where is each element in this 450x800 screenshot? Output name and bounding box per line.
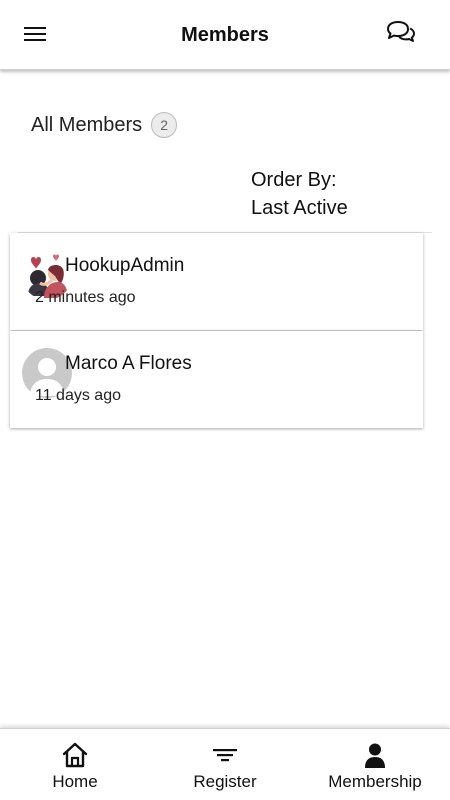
nav-membership-label: Membership bbox=[328, 772, 422, 791]
member-last-active: 11 days ago bbox=[35, 387, 121, 404]
all-members-label: All Members bbox=[31, 113, 143, 136]
member-name[interactable]: HookupAdmin bbox=[65, 255, 184, 277]
bottom-navigation: Home Register Membership bbox=[0, 728, 450, 800]
user-silhouette-icon bbox=[361, 741, 389, 769]
member-last-active: 2 minutes ago bbox=[35, 289, 136, 306]
member-card[interactable]: Marco A Flores 11 days ago bbox=[10, 331, 423, 428]
top-app-bar: Members bbox=[0, 0, 450, 70]
order-by-value: Last Active bbox=[251, 197, 348, 219]
filter-lines-icon bbox=[211, 741, 239, 769]
order-by-label: Order By: bbox=[251, 169, 337, 191]
home-icon bbox=[61, 741, 89, 769]
nav-home[interactable]: Home bbox=[0, 729, 150, 800]
member-count-badge: 2 bbox=[151, 112, 178, 138]
member-name[interactable]: Marco A Flores bbox=[65, 353, 192, 375]
member-card[interactable]: HookupAdmin 2 minutes ago bbox=[10, 233, 423, 330]
chat-bubbles-icon[interactable] bbox=[385, 20, 417, 46]
nav-register-label: Register bbox=[193, 772, 257, 791]
nav-membership[interactable]: Membership bbox=[300, 729, 450, 800]
page-title: Members bbox=[181, 24, 269, 46]
all-members-header: All Members 2 bbox=[31, 112, 178, 138]
nav-home-label: Home bbox=[52, 772, 98, 791]
nav-register[interactable]: Register bbox=[150, 729, 300, 800]
order-by-selector[interactable]: Order By: Last Active bbox=[251, 166, 348, 222]
